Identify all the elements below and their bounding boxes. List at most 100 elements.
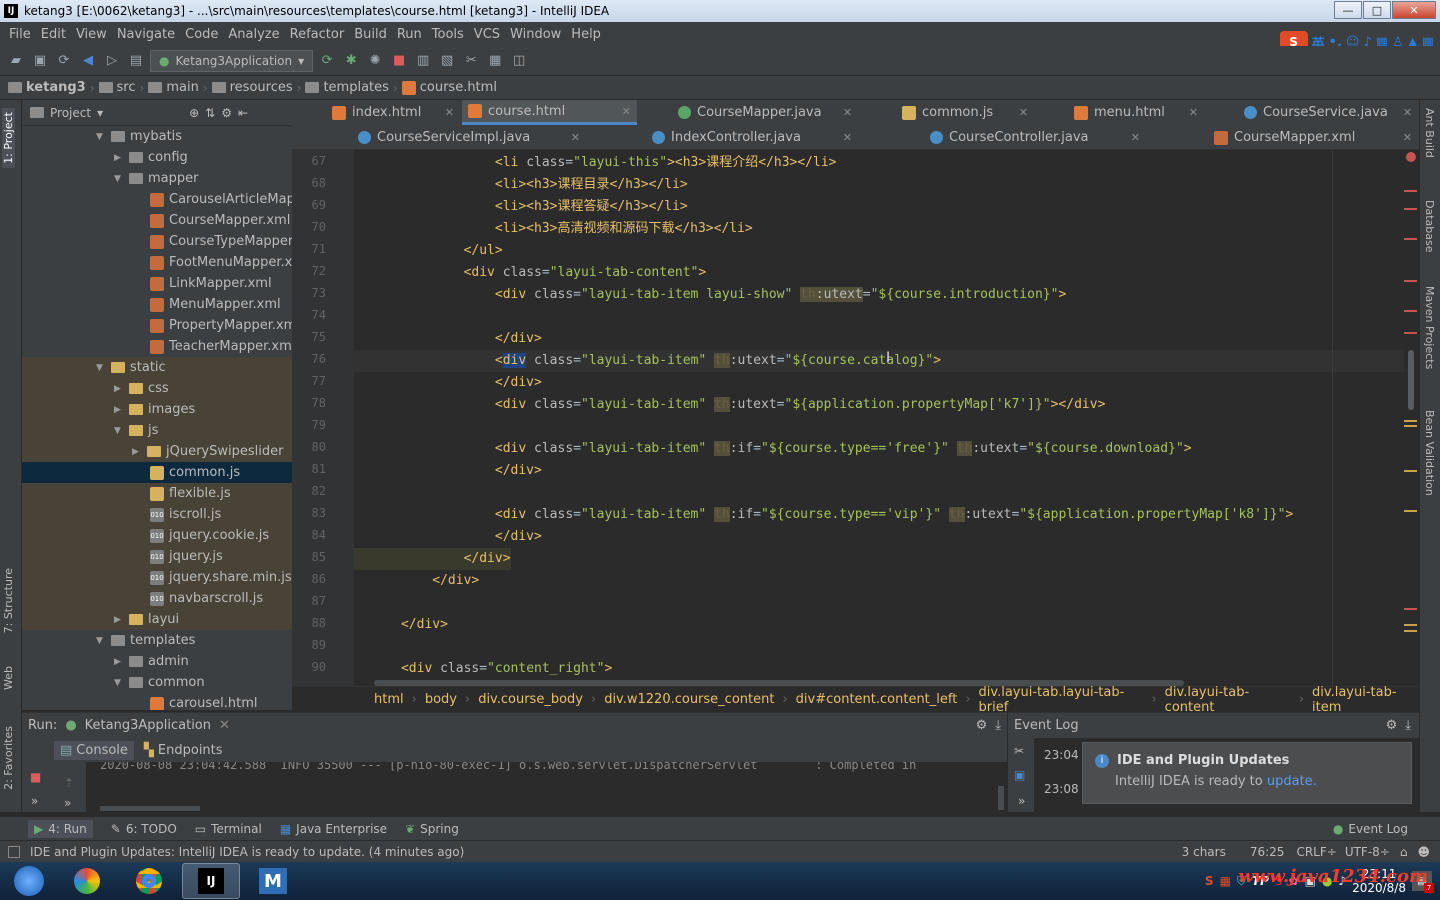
tab-courseservice-java[interactable]: CourseService.java ✕ xyxy=(1238,100,1418,125)
collapse-icon[interactable]: ⇅ xyxy=(205,106,215,120)
event-log-tool-tab[interactable]: ● Event Log xyxy=(1333,822,1408,836)
tree-node[interactable]: ▶ admin xyxy=(114,651,189,672)
nav-main[interactable]: main xyxy=(148,80,199,95)
sync-icon[interactable]: ⟳ xyxy=(54,51,74,71)
stop-icon[interactable]: ■ xyxy=(30,770,41,784)
tab-coursecontroller-java[interactable]: CourseController.java ✕ xyxy=(924,125,1146,150)
gear-icon[interactable]: ⚙ xyxy=(976,718,988,733)
menu-edit[interactable]: Edit xyxy=(36,27,71,42)
horizontal-scrollbar[interactable] xyxy=(100,806,200,811)
run-config-tab[interactable]: Ketang3Application xyxy=(85,718,211,733)
tree-node[interactable]: 010 jquery.cookie.js xyxy=(22,525,292,546)
menu-refactor[interactable]: Refactor xyxy=(285,27,350,42)
vertical-scroll-thumb[interactable] xyxy=(1408,350,1414,410)
spring-tool-tab[interactable]: ❦ Spring xyxy=(405,822,459,836)
settings-icon[interactable]: ✂ xyxy=(461,51,481,71)
breadcrumb-item[interactable]: div#content.content_left xyxy=(796,692,958,707)
java-enterprise-tool-tab[interactable]: ▦ Java Enterprise xyxy=(280,822,387,836)
error-stripe[interactable] xyxy=(1404,150,1419,686)
tab-endpoints[interactable]: ▚ Endpoints xyxy=(138,741,229,760)
status-message[interactable]: IDE and Plugin Updates: IntelliJ IDEA is… xyxy=(30,845,464,859)
tree-node[interactable]: 010 navbarscroll.js xyxy=(22,588,292,609)
tab-coursemapper-java[interactable]: CourseMapper.java ✕ xyxy=(672,100,858,125)
nav-src[interactable]: src xyxy=(98,80,136,95)
tree-node[interactable]: CarouselArticleMapp xyxy=(150,189,292,210)
bean-validation-tab[interactable]: Bean Validation xyxy=(1423,410,1436,496)
terminal-tool-tab[interactable]: ▭ Terminal xyxy=(195,822,262,836)
scroll-up-icon[interactable]: ⇡ xyxy=(64,776,74,790)
database-tab[interactable]: Database xyxy=(1423,200,1436,253)
tree-node[interactable]: ▼ static xyxy=(22,357,292,378)
breadcrumb-item[interactable]: body xyxy=(425,692,457,707)
minimize-button[interactable]: — xyxy=(1334,1,1362,19)
tree-node[interactable]: PropertyMapper.xml xyxy=(150,315,292,336)
sogou-tray-icon[interactable]: S xyxy=(1205,874,1214,888)
taskbar-chrome[interactable] xyxy=(120,863,178,899)
tree-node[interactable]: ▶ jQuerySwipeslider xyxy=(22,441,292,462)
hide-icon[interactable]: ⤓ xyxy=(995,718,1001,733)
nav-resources[interactable]: resources xyxy=(211,80,293,95)
tree-node[interactable]: 010 jquery.share.min.js xyxy=(22,567,292,588)
tree-node[interactable]: ▼ templates xyxy=(96,630,195,651)
structure-tool-tab[interactable]: 7: Structure xyxy=(2,568,15,633)
tab-menu-html[interactable]: menu.html ✕ xyxy=(1068,100,1204,125)
tab-course-html[interactable]: course.html ✕ xyxy=(462,100,637,125)
rerun-icon[interactable]: ⟳ xyxy=(317,51,337,71)
more-icon[interactable]: » xyxy=(64,796,71,810)
hide-icon[interactable]: ⤓ xyxy=(1405,718,1411,733)
breadcrumb-item[interactable]: div.course_body xyxy=(478,692,583,707)
nav-project[interactable]: ketang3 xyxy=(8,80,86,95)
tree-node[interactable]: ▼ mapper xyxy=(114,168,198,189)
tab-common-js[interactable]: common.js ✕ xyxy=(896,100,1034,125)
gear-icon[interactable]: ⚙ xyxy=(1386,718,1398,733)
tab-console[interactable]: ▤ Console xyxy=(54,740,134,760)
menu-navigate[interactable]: Navigate xyxy=(112,27,180,42)
tree-node[interactable]: ▼ common xyxy=(114,672,205,693)
tree-node[interactable]: TeacherMapper.xml xyxy=(150,336,292,357)
tree-node[interactable]: LinkMapper.xml xyxy=(150,273,272,294)
favorites-tool-tab[interactable]: 2: Favorites xyxy=(2,726,15,790)
menu-build[interactable]: Build xyxy=(349,27,392,42)
tray-icon[interactable]: ▦ xyxy=(1220,874,1231,888)
start-button[interactable] xyxy=(4,863,54,899)
menu-vcs[interactable]: VCS xyxy=(469,27,505,42)
tree-node[interactable]: CourseMapper.xml xyxy=(150,210,290,231)
menu-window[interactable]: Window xyxy=(505,27,566,42)
tree-node[interactable]: 010 iscroll.js xyxy=(22,504,292,525)
run-tool-tab[interactable]: ▶ 4: Run xyxy=(28,819,93,838)
tree-node[interactable]: ▶ config xyxy=(114,147,188,168)
save-icon[interactable]: ▣ xyxy=(30,51,50,71)
menu-analyze[interactable]: Analyze xyxy=(223,27,284,42)
lock-icon[interactable]: ⌂ xyxy=(1400,845,1408,859)
menu-run[interactable]: Run xyxy=(392,27,427,42)
gear-icon[interactable]: ⚙ xyxy=(221,106,232,120)
build-icon[interactable]: ▤ xyxy=(126,51,146,71)
menu-tools[interactable]: Tools xyxy=(427,27,469,42)
tree-node[interactable]: 010 jquery.js xyxy=(22,546,292,567)
file-encoding[interactable]: UTF-8÷ xyxy=(1345,845,1390,859)
menu-file[interactable]: File xyxy=(4,27,36,42)
web-tool-tab[interactable]: Web xyxy=(2,666,15,690)
debug-icon[interactable]: ✱ xyxy=(341,51,361,71)
scroll-from-source-icon[interactable]: ⊕ xyxy=(189,106,199,120)
taskbar-app[interactable]: M xyxy=(244,863,302,899)
project-view-select[interactable]: Project xyxy=(50,106,91,120)
vcs-icon[interactable]: ▥ xyxy=(413,51,433,71)
code-editor[interactable]: <li class="layui-this"><h3>课程介绍</h3></li… xyxy=(354,150,1419,686)
forward-icon[interactable]: ▷ xyxy=(102,51,122,71)
tree-node[interactable]: ▶ layui xyxy=(22,609,292,630)
console-output[interactable]: 2020-08-08 23:04:42.588 INFO 35500 --- [… xyxy=(86,762,1006,812)
tree-node[interactable]: CourseTypeMapper.x xyxy=(150,231,292,252)
line-separator[interactable]: CRLF÷ xyxy=(1296,845,1336,859)
maximize-button[interactable]: □ xyxy=(1363,1,1391,19)
structure-icon[interactable]: ▧ xyxy=(437,51,457,71)
notification-balloon[interactable]: i IDE and Plugin Updates IntelliJ IDEA i… xyxy=(1082,742,1412,804)
nav-templates[interactable]: templates xyxy=(305,80,389,95)
run-config-select[interactable]: ● Ketang3Application ▾ xyxy=(150,49,314,72)
menu-view[interactable]: View xyxy=(71,27,112,42)
tab-indexcontroller-java[interactable]: IndexController.java ✕ xyxy=(646,125,858,150)
taskbar-intellij[interactable]: IJ xyxy=(182,863,240,899)
caret-position[interactable]: 76:25 xyxy=(1250,845,1285,859)
close-button[interactable]: ✕ xyxy=(1392,1,1436,19)
menu-code[interactable]: Code xyxy=(180,27,223,42)
